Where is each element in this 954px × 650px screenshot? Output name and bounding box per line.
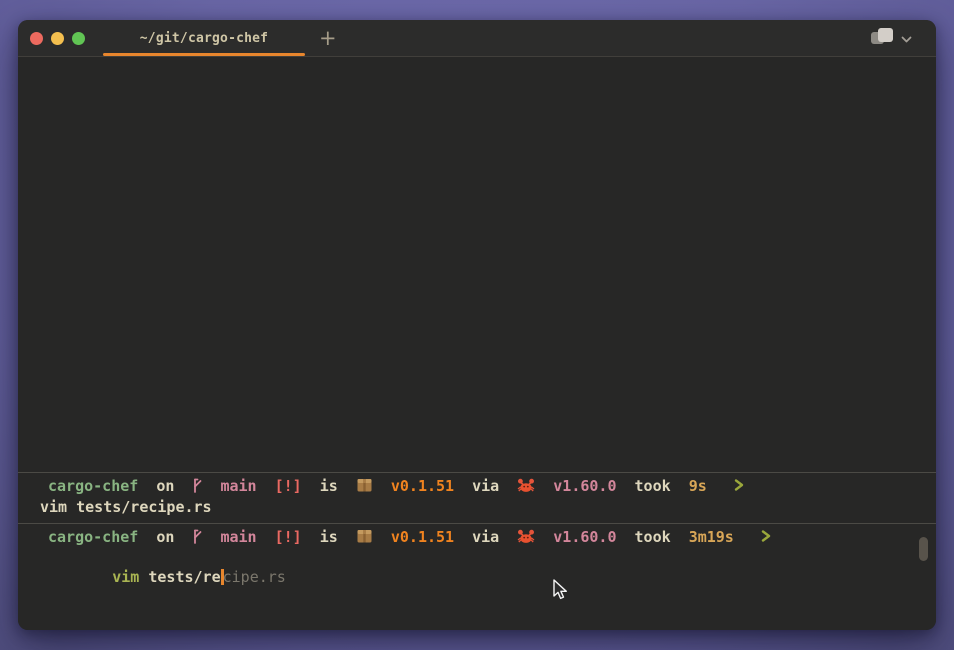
prompt-duration: 9s (689, 477, 707, 495)
crab-icon (517, 478, 535, 498)
executed-command: vim tests/recipe.rs (18, 498, 936, 517)
git-branch-icon (192, 478, 202, 498)
minimize-button[interactable] (51, 32, 64, 45)
prompt-git-branch: main (220, 528, 256, 546)
terminal-window: ~/git/cargo-chef + cargo-chef (18, 20, 936, 630)
prompt-chevron-icon (761, 529, 771, 548)
prompt-git-status: [!] (275, 477, 302, 495)
command-block-previous: cargo-chef on main [!] is (18, 472, 936, 523)
scrollbar-thumb[interactable] (919, 537, 928, 561)
prompt-directory: cargo-chef (48, 477, 138, 495)
prompt-pkg-version: v0.1.51 (391, 477, 454, 495)
prompt-is-word: is (320, 477, 338, 495)
prompt-git-branch: main (220, 477, 256, 495)
prompt-duration: 3m19s (689, 528, 734, 546)
close-button[interactable] (30, 32, 43, 45)
crab-icon (517, 529, 535, 549)
command-input-line[interactable]: vim tests/recipe.rs (18, 549, 936, 606)
prompt-directory: cargo-chef (48, 528, 138, 546)
autosuggestion-text: cipe.rs (223, 568, 286, 586)
scrollback-empty-area (18, 57, 936, 472)
mouse-pointer-icon (552, 579, 569, 605)
prompt-line: cargo-chef on main [!] is (18, 477, 936, 498)
new-tab-button[interactable]: + (319, 28, 337, 49)
terminal-bottom-padding (18, 606, 936, 630)
command-block-active: cargo-chef on main [!] is (18, 523, 936, 606)
prompt-pkg-version: v0.1.51 (391, 528, 454, 546)
prompt-took-word: took (635, 477, 671, 495)
prompt-is-word: is (320, 528, 338, 546)
prompt-via-word: via (472, 477, 499, 495)
prompt-on-word: on (156, 528, 174, 546)
tab-active[interactable]: ~/git/cargo-chef (103, 20, 305, 56)
prompt-rust-version: v1.60.0 (553, 528, 616, 546)
tab-title: ~/git/cargo-chef (140, 31, 268, 46)
package-icon (356, 477, 373, 498)
git-branch-icon (192, 529, 202, 549)
package-icon (356, 528, 373, 549)
typed-command-args: tests/re (139, 568, 220, 586)
prompt-took-word: took (635, 528, 671, 546)
traffic-lights (18, 32, 85, 45)
prompt-git-status: [!] (275, 528, 302, 546)
titlebar: ~/git/cargo-chef + (18, 20, 936, 57)
chevron-down-icon[interactable] (901, 29, 912, 48)
prompt-rust-version: v1.60.0 (553, 477, 616, 495)
prompt-line: cargo-chef on main [!] is (18, 528, 936, 549)
zoom-button[interactable] (72, 32, 85, 45)
prompt-via-word: via (472, 528, 499, 546)
active-tab-indicator (103, 53, 305, 56)
prompt-on-word: on (156, 477, 174, 495)
prompt-chevron-icon (734, 478, 744, 497)
typed-command-name: vim (112, 568, 139, 586)
terminal-screen[interactable]: cargo-chef on main [!] is (18, 57, 936, 630)
profiles-icon[interactable] (870, 27, 894, 49)
